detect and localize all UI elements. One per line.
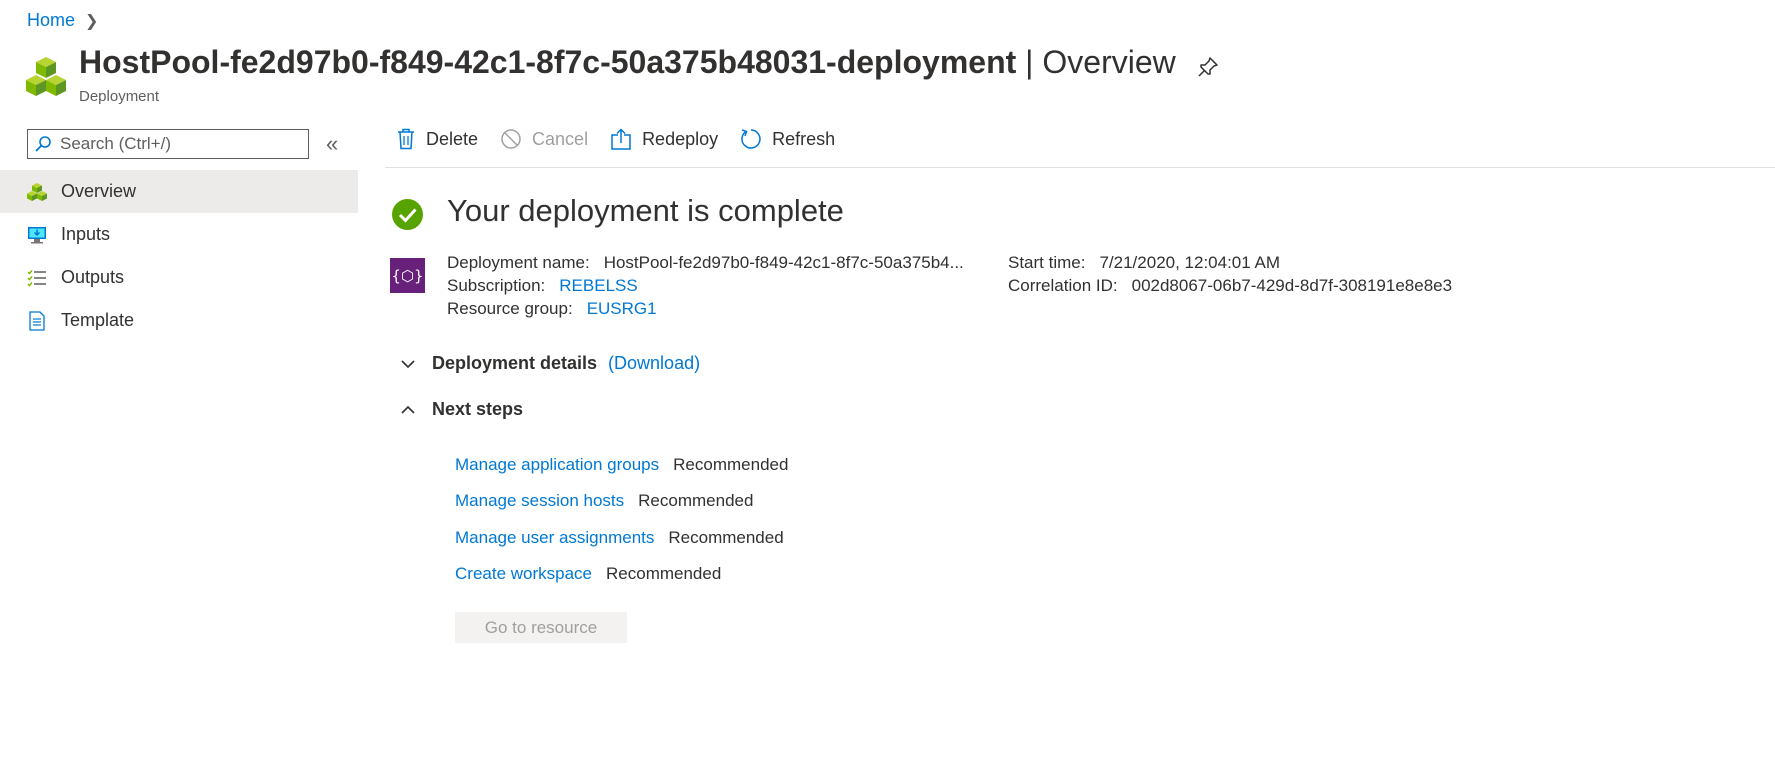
manage-session-hosts-link[interactable]: Manage session hosts [455,491,624,510]
deployment-status-title: Your deployment is complete [447,193,844,228]
list-item: Manage user assignments Recommended [455,528,784,548]
pin-icon[interactable] [1196,55,1220,79]
outputs-icon [27,269,46,287]
page-subtitle: Deployment [79,88,160,105]
cancel-icon [501,129,521,149]
deployment-name-label: Deployment name: [447,253,590,272]
resource-group-row: Resource group: EUSRG1 [447,299,657,319]
redeploy-label: Redeploy [642,128,719,149]
deployment-name-value: HostPool-fe2d97b0-f849-42c1-8f7c-50a375b… [603,253,964,272]
sidebar-item-label: Overview [61,181,137,201]
list-item: Manage application groups Recommended [455,455,788,475]
sidebar-item-label: Template [61,310,135,330]
subscription-link[interactable]: REBELSS [559,276,637,295]
breadcrumb-home-link[interactable]: Home [27,10,75,31]
search-icon [35,136,51,152]
deployment-name-row: Deployment name: HostPool-fe2d97b0-f849-4… [447,253,964,273]
page-title: HostPool-fe2d97b0-f849-42c1-8f7c-50a375b… [79,44,1176,81]
start-time-value: 7/21/2020, 12:04:01 AM [1099,253,1281,272]
subscription-label: Subscription: [447,276,546,295]
deployment-details-section: Deployment details (Download) [400,353,700,374]
redeploy-button[interactable]: Redeploy [610,128,718,150]
toolbar-divider [385,167,1775,168]
cancel-label: Cancel [532,128,589,149]
delete-label: Delete [426,128,479,149]
cancel-button[interactable]: Cancel [500,128,588,150]
template-icon [29,310,45,331]
sidebar-item-outputs[interactable]: Outputs [0,256,358,299]
correlation-id-label: Correlation ID: [1008,276,1118,295]
sidebar-item-label: Inputs [61,224,111,244]
sidebar-item-inputs[interactable]: Inputs [0,213,358,256]
breadcrumb: Home ❯ [27,10,98,31]
start-time-row: Start time: 7/21/2020, 12:04:01 AM [1008,253,1280,273]
deployment-cubes-icon [26,57,66,96]
chevron-right-icon: ❯ [85,12,99,30]
recommended-tag: Recommended [673,455,789,474]
list-item: Manage session hosts Recommended [455,491,753,511]
resource-group-label: Resource group: [447,299,573,318]
deployment-template-icon: {⬡} [390,258,425,293]
sidebar-item-overview[interactable]: Overview [0,170,358,213]
start-time-label: Start time: [1008,253,1086,272]
command-bar: Delete Cancel Redeploy Refresh [396,128,857,150]
correlation-id-value: 002d8067-06b7-429d-8d7f-308191e8e8e3 [1131,276,1453,295]
resource-name: HostPool-fe2d97b0-f849-42c1-8f7c-50a375b… [79,44,1017,80]
trash-icon [398,128,414,150]
list-item: Create workspace Recommended [455,564,721,584]
collapse-sidebar-icon[interactable]: « [326,132,346,156]
refresh-icon [741,129,761,149]
refresh-label: Refresh [772,128,836,149]
page-name: Overview [1042,44,1176,80]
go-to-resource-button[interactable]: Go to resource [455,612,627,643]
recommended-tag: Recommended [638,491,754,510]
search-input[interactable] [58,133,302,155]
create-workspace-link[interactable]: Create workspace [455,564,592,583]
delete-button[interactable]: Delete [396,128,478,150]
success-check-icon [392,199,423,230]
subscription-row: Subscription: REBELSS [447,276,638,296]
next-steps-title[interactable]: Next steps [432,399,523,420]
upload-icon [611,128,631,150]
next-steps-section: Next steps [400,399,523,420]
manage-application-groups-link[interactable]: Manage application groups [455,455,659,474]
deployment-details-title[interactable]: Deployment details [432,353,597,374]
recommended-tag: Recommended [606,564,722,583]
svg-text:{⬡}: {⬡} [391,267,423,285]
refresh-button[interactable]: Refresh [740,128,835,150]
inputs-icon [28,226,46,243]
chevron-down-icon[interactable] [400,356,416,372]
resource-group-link[interactable]: EUSRG1 [587,299,657,318]
chevron-up-icon[interactable] [400,402,416,418]
correlation-id-row: Correlation ID: 002d8067-06b7-429d-8d7f-3… [1008,276,1452,296]
manage-user-assignments-link[interactable]: Manage user assignments [455,528,654,547]
recommended-tag: Recommended [668,528,784,547]
search-box[interactable] [27,129,309,159]
download-link[interactable]: (Download) [608,353,700,374]
sidebar-item-label: Outputs [61,267,125,287]
sidebar-item-template[interactable]: Template [0,299,358,342]
title-separator: | [1016,44,1043,80]
overview-icon [27,182,47,201]
